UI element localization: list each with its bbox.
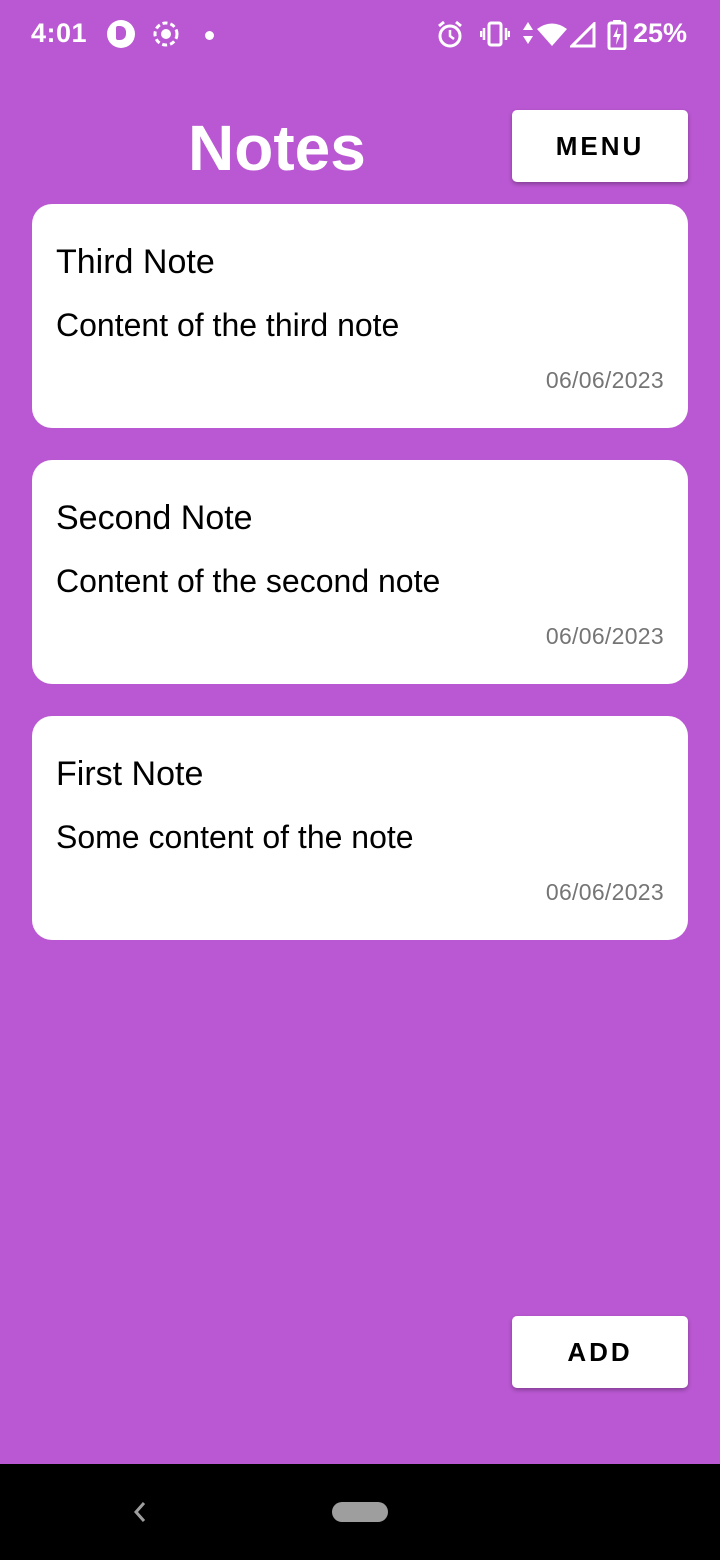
- app-p-icon: [107, 20, 135, 48]
- home-pill-icon[interactable]: [332, 1502, 388, 1522]
- vibrate-icon: [479, 20, 511, 53]
- note-card[interactable]: Second Note Content of the second note 0…: [32, 460, 688, 684]
- alarm-icon: [436, 20, 464, 55]
- note-title: First Note: [56, 755, 204, 793]
- back-icon[interactable]: [128, 1497, 152, 1527]
- svg-text:5: 5: [557, 38, 564, 48]
- note-date: 06/06/2023: [545, 879, 664, 905]
- add-button[interactable]: ADD: [512, 1316, 688, 1388]
- battery-percent: 25%: [633, 18, 688, 48]
- page-title: Notes: [188, 112, 366, 184]
- note-title: Third Note: [56, 243, 215, 281]
- note-date: 06/06/2023: [545, 367, 664, 393]
- note-content: Content of the second note: [56, 563, 441, 599]
- note-title: Second Note: [56, 499, 253, 537]
- screen-record-icon: [152, 20, 180, 48]
- wifi-icon: 5: [536, 22, 568, 53]
- note-card[interactable]: First Note Some content of the note 06/0…: [32, 716, 688, 940]
- data-arrows-icon: [522, 20, 534, 51]
- menu-button[interactable]: MENU: [512, 110, 688, 182]
- signal-icon: [568, 20, 596, 53]
- note-date: 06/06/2023: [545, 623, 664, 649]
- status-bar: 4:01 5 25%: [0, 0, 720, 72]
- note-content: Content of the third note: [56, 307, 400, 343]
- battery-charging-icon: [607, 20, 627, 55]
- dot-icon: [205, 31, 214, 40]
- note-content: Some content of the note: [56, 819, 414, 855]
- status-time: 4:01: [31, 18, 88, 48]
- note-card[interactable]: Third Note Content of the third note 06/…: [32, 204, 688, 428]
